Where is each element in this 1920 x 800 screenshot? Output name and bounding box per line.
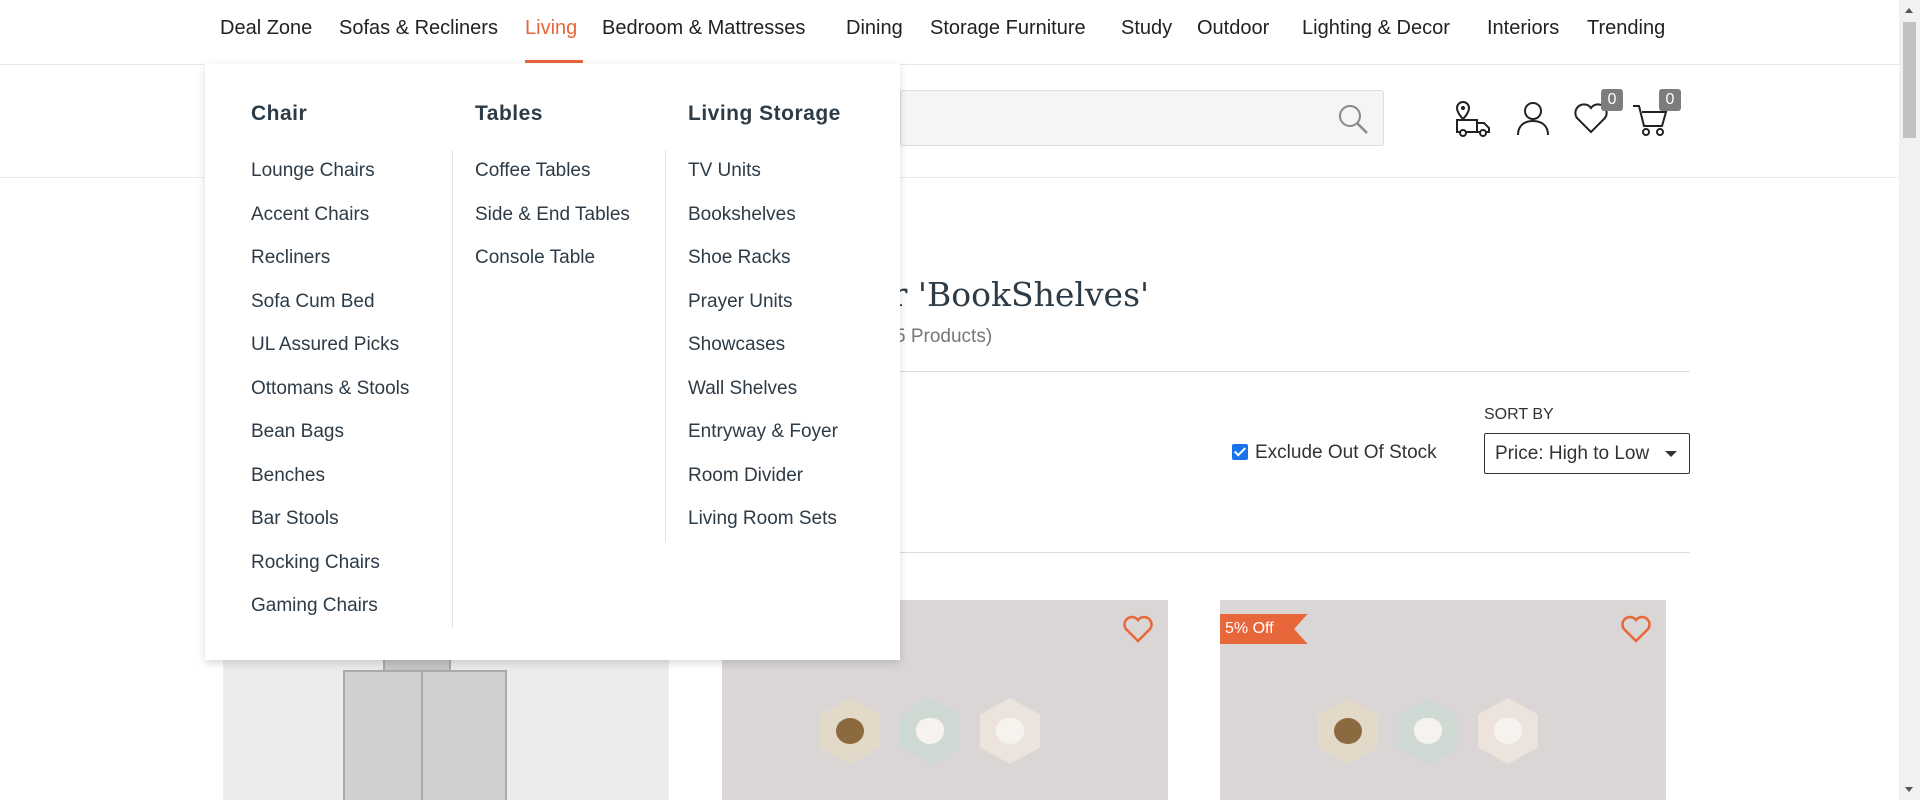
search-input[interactable] [900, 90, 1384, 146]
menu-item-gaming-chairs[interactable]: Gaming Chairs [251, 595, 409, 639]
menu-item-room-divider[interactable]: Room Divider [688, 465, 838, 509]
menu-item-entryway-foyer[interactable]: Entryway & Foyer [688, 421, 838, 465]
menu-item-recliners[interactable]: Recliners [251, 247, 409, 291]
search-icon[interactable] [1337, 103, 1369, 135]
delivery-truck-icon[interactable] [1453, 98, 1493, 138]
menu-item-rocking-chairs[interactable]: Rocking Chairs [251, 552, 409, 596]
sort-by-value: Price: High to Low [1495, 443, 1650, 464]
checkbox-checked-icon[interactable] [1232, 444, 1248, 460]
nav-outdoor[interactable]: Outdoor [1197, 17, 1269, 40]
product-image [916, 718, 944, 744]
product-image [900, 698, 960, 764]
product-image [421, 672, 423, 800]
menu-column-divider [665, 150, 666, 542]
nav-deal-zone[interactable]: Deal Zone [220, 17, 312, 40]
menu-item-bookshelves[interactable]: Bookshelves [688, 204, 838, 248]
menu-item-showcases[interactable]: Showcases [688, 334, 838, 378]
menu-heading-tables[interactable]: Tables [475, 102, 543, 126]
nav-living[interactable]: Living [525, 17, 577, 40]
menu-item-bar-stools[interactable]: Bar Stools [251, 508, 409, 552]
product-image [1318, 698, 1378, 764]
scroll-up-arrow-icon[interactable] [1905, 8, 1913, 13]
discount-badge: 5% Off [1220, 614, 1308, 644]
menu-item-shoe-racks[interactable]: Shoe Racks [688, 247, 838, 291]
top-nav: Deal Zone Sofas & Recliners Living Bedro… [0, 0, 1899, 65]
wishlist-count-badge: 0 [1601, 89, 1623, 111]
product-card[interactable]: 5% Off [1220, 600, 1666, 800]
nav-lighting-decor[interactable]: Lighting & Decor [1302, 17, 1450, 40]
product-image [836, 718, 864, 744]
menu-column-divider [452, 150, 453, 628]
menu-item-ul-assured-picks[interactable]: UL Assured Picks [251, 334, 409, 378]
results-count: 5 Products) [895, 326, 993, 347]
wishlist-heart-icon[interactable] [1122, 614, 1154, 644]
nav-study[interactable]: Study [1121, 17, 1172, 40]
product-image [1478, 698, 1538, 764]
menu-item-bean-bags[interactable]: Bean Bags [251, 421, 409, 465]
menu-item-coffee-tables[interactable]: Coffee Tables [475, 160, 630, 204]
page-scrollbar[interactable] [1899, 0, 1920, 800]
menu-item-tv-units[interactable]: TV Units [688, 160, 838, 204]
nav-trending[interactable]: Trending [1587, 17, 1665, 40]
product-image [980, 698, 1040, 764]
nav-storage-furniture[interactable]: Storage Furniture [930, 17, 1086, 40]
sort-by-select[interactable]: Price: High to Low [1484, 433, 1690, 474]
product-image [1398, 698, 1458, 764]
menu-heading-chair[interactable]: Chair [251, 102, 307, 126]
nav-sofas-recliners[interactable]: Sofas & Recliners [339, 17, 498, 40]
chevron-down-icon [1665, 451, 1677, 457]
menu-item-wall-shelves[interactable]: Wall Shelves [688, 378, 838, 422]
cart-count-badge: 0 [1659, 89, 1681, 111]
menu-heading-living-storage[interactable]: Living Storage [688, 102, 841, 126]
menu-item-side-end-tables[interactable]: Side & End Tables [475, 204, 630, 248]
user-account-icon[interactable] [1513, 98, 1553, 138]
product-image [820, 698, 880, 764]
living-mega-menu: Chair Lounge Chairs Accent Chairs Reclin… [205, 64, 900, 660]
sort-by-label: SORT BY [1484, 406, 1554, 423]
menu-item-prayer-units[interactable]: Prayer Units [688, 291, 838, 335]
product-image [1494, 718, 1522, 744]
menu-item-living-room-sets[interactable]: Living Room Sets [688, 508, 838, 552]
nav-bedroom-mattresses[interactable]: Bedroom & Mattresses [602, 17, 805, 40]
menu-item-benches[interactable]: Benches [251, 465, 409, 509]
product-image [996, 718, 1024, 744]
nav-dining[interactable]: Dining [846, 17, 903, 40]
wishlist-heart-icon[interactable] [1620, 614, 1652, 644]
menu-item-lounge-chairs[interactable]: Lounge Chairs [251, 160, 409, 204]
product-image [343, 670, 507, 800]
menu-item-accent-chairs[interactable]: Accent Chairs [251, 204, 409, 248]
menu-item-console-table[interactable]: Console Table [475, 247, 630, 291]
active-nav-underline [525, 60, 583, 63]
menu-item-sofa-cum-bed[interactable]: Sofa Cum Bed [251, 291, 409, 335]
exclude-out-of-stock-label: Exclude Out Of Stock [1255, 442, 1437, 463]
exclude-out-of-stock-checkbox[interactable]: Exclude Out Of Stock [1232, 442, 1437, 464]
scrollbar-thumb[interactable] [1903, 22, 1916, 138]
menu-item-ottomans-stools[interactable]: Ottomans & Stools [251, 378, 409, 422]
scroll-down-arrow-icon[interactable] [1905, 787, 1913, 792]
nav-interiors[interactable]: Interiors [1487, 17, 1559, 40]
product-image [1414, 718, 1442, 744]
product-image [1334, 718, 1362, 744]
